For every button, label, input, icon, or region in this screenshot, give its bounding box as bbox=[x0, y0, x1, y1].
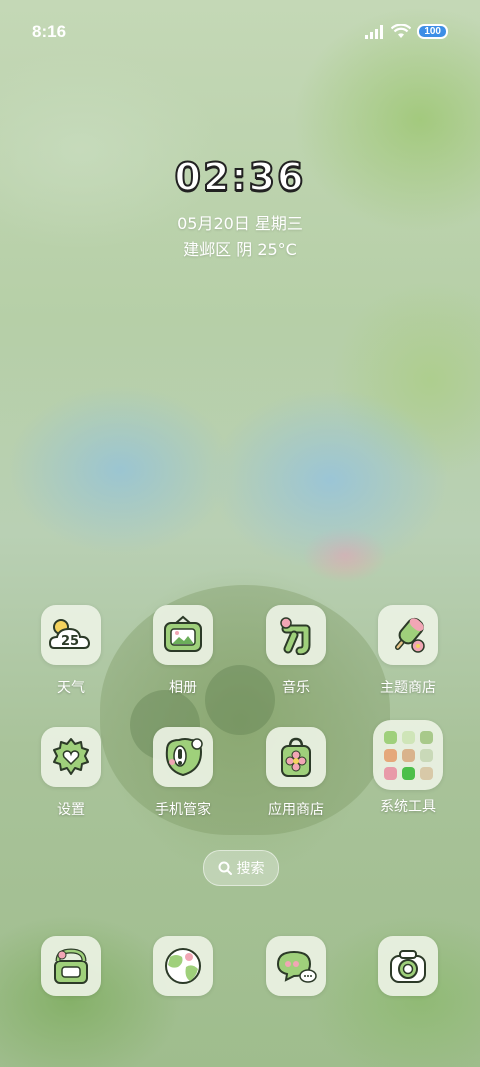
search-label: 搜索 bbox=[236, 861, 265, 877]
gear-heart-icon bbox=[41, 727, 101, 787]
status-icons: 100 bbox=[365, 24, 448, 39]
frog-shield-icon bbox=[153, 727, 213, 787]
app-label: 设置 bbox=[57, 802, 85, 818]
signal-icon bbox=[365, 24, 384, 39]
shopping-bag-icon bbox=[266, 727, 326, 787]
app-app-store[interactable]: 应用商店 bbox=[251, 727, 341, 819]
dock-phone[interactable] bbox=[26, 936, 116, 996]
app-album[interactable]: 相册 bbox=[138, 605, 228, 697]
wifi-icon bbox=[391, 24, 412, 38]
app-label: 音乐 bbox=[282, 680, 310, 696]
app-label: 应用商店 bbox=[268, 802, 324, 818]
search-icon bbox=[218, 861, 232, 875]
popsicle-icon bbox=[378, 605, 438, 665]
status-time: 8:16 bbox=[32, 22, 67, 41]
svg-text:25: 25 bbox=[61, 634, 79, 649]
phone-icon bbox=[41, 936, 101, 996]
app-settings[interactable]: 设置 bbox=[26, 727, 116, 819]
weather-icon: 25 bbox=[41, 605, 101, 665]
browser-globe-icon bbox=[153, 936, 213, 996]
music-icon bbox=[266, 605, 326, 665]
dock-browser[interactable] bbox=[138, 936, 228, 996]
date-text: 05月20日 星期三 bbox=[177, 214, 303, 233]
app-label: 手机管家 bbox=[155, 802, 211, 818]
folder-icon bbox=[373, 720, 443, 790]
photo-frame-icon bbox=[153, 605, 213, 665]
app-theme-store[interactable]: 主题商店 bbox=[363, 605, 453, 697]
weather-summary: 建邺区 阴 25°C bbox=[183, 240, 297, 259]
app-label: 主题商店 bbox=[380, 680, 436, 696]
app-label: 相册 bbox=[169, 680, 197, 696]
app-music[interactable]: 音乐 bbox=[251, 605, 341, 697]
app-phone-manager[interactable]: 手机管家 bbox=[138, 727, 228, 819]
camera-icon bbox=[378, 936, 438, 996]
app-label: 系统工具 bbox=[380, 799, 436, 815]
dock-messages[interactable] bbox=[251, 936, 341, 996]
search-button[interactable]: 搜索 bbox=[203, 850, 279, 886]
battery-icon: 100 bbox=[417, 24, 448, 39]
message-bubble-icon bbox=[266, 936, 326, 996]
app-weather[interactable]: 25 天气 bbox=[26, 605, 116, 697]
dock-camera[interactable] bbox=[363, 936, 453, 996]
folder-mini-grid bbox=[383, 730, 433, 780]
app-label: 天气 bbox=[57, 680, 85, 696]
status-bar: 8:16 100 bbox=[0, 0, 480, 68]
clock-widget[interactable]: 02:36 bbox=[0, 154, 480, 200]
app-system-tools-folder[interactable]: 系统工具 bbox=[363, 720, 453, 816]
